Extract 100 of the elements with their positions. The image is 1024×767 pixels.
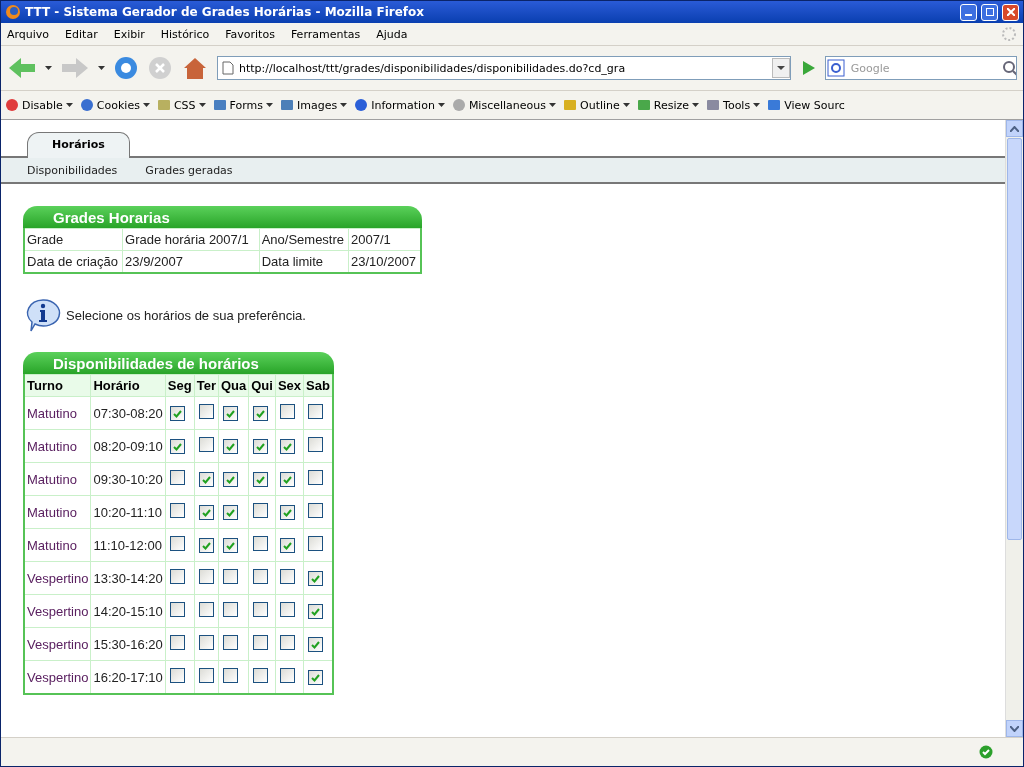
search-box[interactable]: Google: [825, 56, 1017, 80]
checkbox[interactable]: [253, 503, 269, 518]
nav-link[interactable]: Disponibilidades: [27, 163, 118, 177]
menu-item[interactable]: Favoritos: [225, 27, 275, 41]
checkbox[interactable]: [253, 602, 269, 617]
checkbox[interactable]: [279, 438, 295, 454]
checkbox[interactable]: [222, 471, 238, 487]
checkbox[interactable]: [279, 471, 295, 487]
toolbar-menu[interactable]: Miscellaneous: [468, 98, 546, 112]
table-cell: 15:30-16:20: [90, 627, 166, 661]
checkbox[interactable]: [169, 470, 185, 485]
menu-item[interactable]: Exibir: [113, 27, 145, 41]
toolbar-menu[interactable]: CSS: [173, 98, 196, 112]
checkbox[interactable]: [253, 536, 269, 551]
toolbar-menu[interactable]: Information: [371, 98, 435, 112]
reload-icon[interactable]: [113, 55, 139, 81]
checkbox[interactable]: [308, 404, 324, 419]
table-cell: Matutino: [24, 429, 91, 463]
scroll-up-button[interactable]: [1006, 120, 1023, 137]
checkbox[interactable]: [198, 404, 214, 419]
maximize-button[interactable]: [981, 3, 998, 21]
checkbox[interactable]: [308, 603, 324, 619]
checkbox[interactable]: [279, 504, 295, 520]
checkbox[interactable]: [253, 569, 269, 584]
menu-item[interactable]: Ferramentas: [290, 27, 361, 41]
checkbox[interactable]: [198, 569, 214, 584]
toolbar-menu[interactable]: Outline: [580, 98, 620, 112]
checkbox[interactable]: [308, 437, 324, 452]
checkbox[interactable]: [279, 569, 295, 584]
checkbox[interactable]: [253, 405, 269, 421]
address-field[interactable]: http://localhost/ttt/grades/disponibilidades/disponibilidades.do?cd_gra: [217, 56, 791, 80]
menu-item[interactable]: Editar: [65, 27, 98, 41]
checkbox[interactable]: [308, 570, 324, 586]
checkbox[interactable]: [222, 602, 238, 617]
checkbox[interactable]: [279, 404, 295, 419]
close-button[interactable]: [1002, 3, 1019, 21]
checkbox[interactable]: [222, 405, 238, 421]
check-icon: [172, 408, 182, 418]
table-cell: 14:20-15:10: [90, 594, 166, 628]
minimize-button[interactable]: [960, 3, 977, 21]
checkbox[interactable]: [279, 537, 295, 553]
table-cell: 09:30-10:20: [90, 462, 166, 496]
toolbar-menu[interactable]: Resize: [653, 98, 690, 112]
checkbox[interactable]: [253, 438, 269, 454]
scroll-down-button[interactable]: [1006, 720, 1023, 737]
toolbar-menu[interactable]: View Sourc: [784, 98, 845, 112]
checkbox[interactable]: [198, 437, 214, 452]
nav-link[interactable]: Grades geradas: [145, 163, 233, 177]
checkbox[interactable]: [279, 668, 295, 683]
checkbox[interactable]: [222, 569, 238, 584]
checkbox[interactable]: [198, 537, 214, 553]
checkbox[interactable]: [222, 504, 238, 520]
checkbox[interactable]: [198, 635, 214, 650]
menu-item[interactable]: Arquivo: [7, 27, 50, 41]
checkbox[interactable]: [198, 602, 214, 617]
checkbox[interactable]: [222, 438, 238, 454]
checkbox[interactable]: [308, 636, 324, 652]
scrollbar-thumb[interactable]: [1007, 138, 1022, 540]
checkbox[interactable]: [279, 635, 295, 650]
checkbox[interactable]: [308, 669, 324, 685]
checkbox[interactable]: [253, 471, 269, 487]
checkbox[interactable]: [198, 504, 214, 520]
checkbox[interactable]: [198, 471, 214, 487]
checkbox[interactable]: [308, 536, 324, 551]
menu-item[interactable]: Ajuda: [376, 27, 408, 41]
check-icon: [311, 639, 321, 649]
checkbox[interactable]: [279, 602, 295, 617]
checkbox[interactable]: [169, 668, 185, 683]
table-cell: Vespertino: [24, 660, 91, 694]
check-icon: [282, 474, 292, 484]
toolbar-menu[interactable]: Disable: [22, 98, 63, 112]
toolbar-menu[interactable]: Images: [297, 98, 338, 112]
column-header: Horário: [90, 374, 166, 397]
tab[interactable]: Horários: [27, 132, 130, 158]
checkbox[interactable]: [169, 635, 185, 650]
check-icon: [225, 474, 235, 484]
checkbox[interactable]: [253, 635, 269, 650]
table-cell: Matutino: [24, 495, 91, 529]
checkbox[interactable]: [222, 635, 238, 650]
checkbox[interactable]: [169, 405, 185, 421]
toolbar-menu[interactable]: Forms: [229, 98, 263, 112]
checkbox[interactable]: [169, 602, 185, 617]
column-header: Sex: [275, 374, 304, 397]
menu-item[interactable]: Histórico: [160, 27, 210, 41]
checkbox[interactable]: [169, 438, 185, 454]
checkbox[interactable]: [169, 503, 185, 518]
table-cell: Matutino: [24, 462, 91, 496]
toolbar-menu[interactable]: Cookies: [96, 98, 140, 112]
throbber-icon: [1001, 26, 1017, 42]
checkbox[interactable]: [253, 668, 269, 683]
checkbox[interactable]: [222, 537, 238, 553]
toolbar-menu[interactable]: Tools: [723, 98, 751, 112]
checkbox[interactable]: [222, 668, 238, 683]
table-cell: 13:30-14:20: [90, 561, 166, 595]
checkbox[interactable]: [308, 503, 324, 518]
checkbox[interactable]: [198, 668, 214, 683]
checkbox[interactable]: [169, 536, 185, 551]
checkbox[interactable]: [308, 470, 324, 485]
dropdown-icon[interactable]: [772, 58, 790, 78]
checkbox[interactable]: [169, 569, 185, 584]
